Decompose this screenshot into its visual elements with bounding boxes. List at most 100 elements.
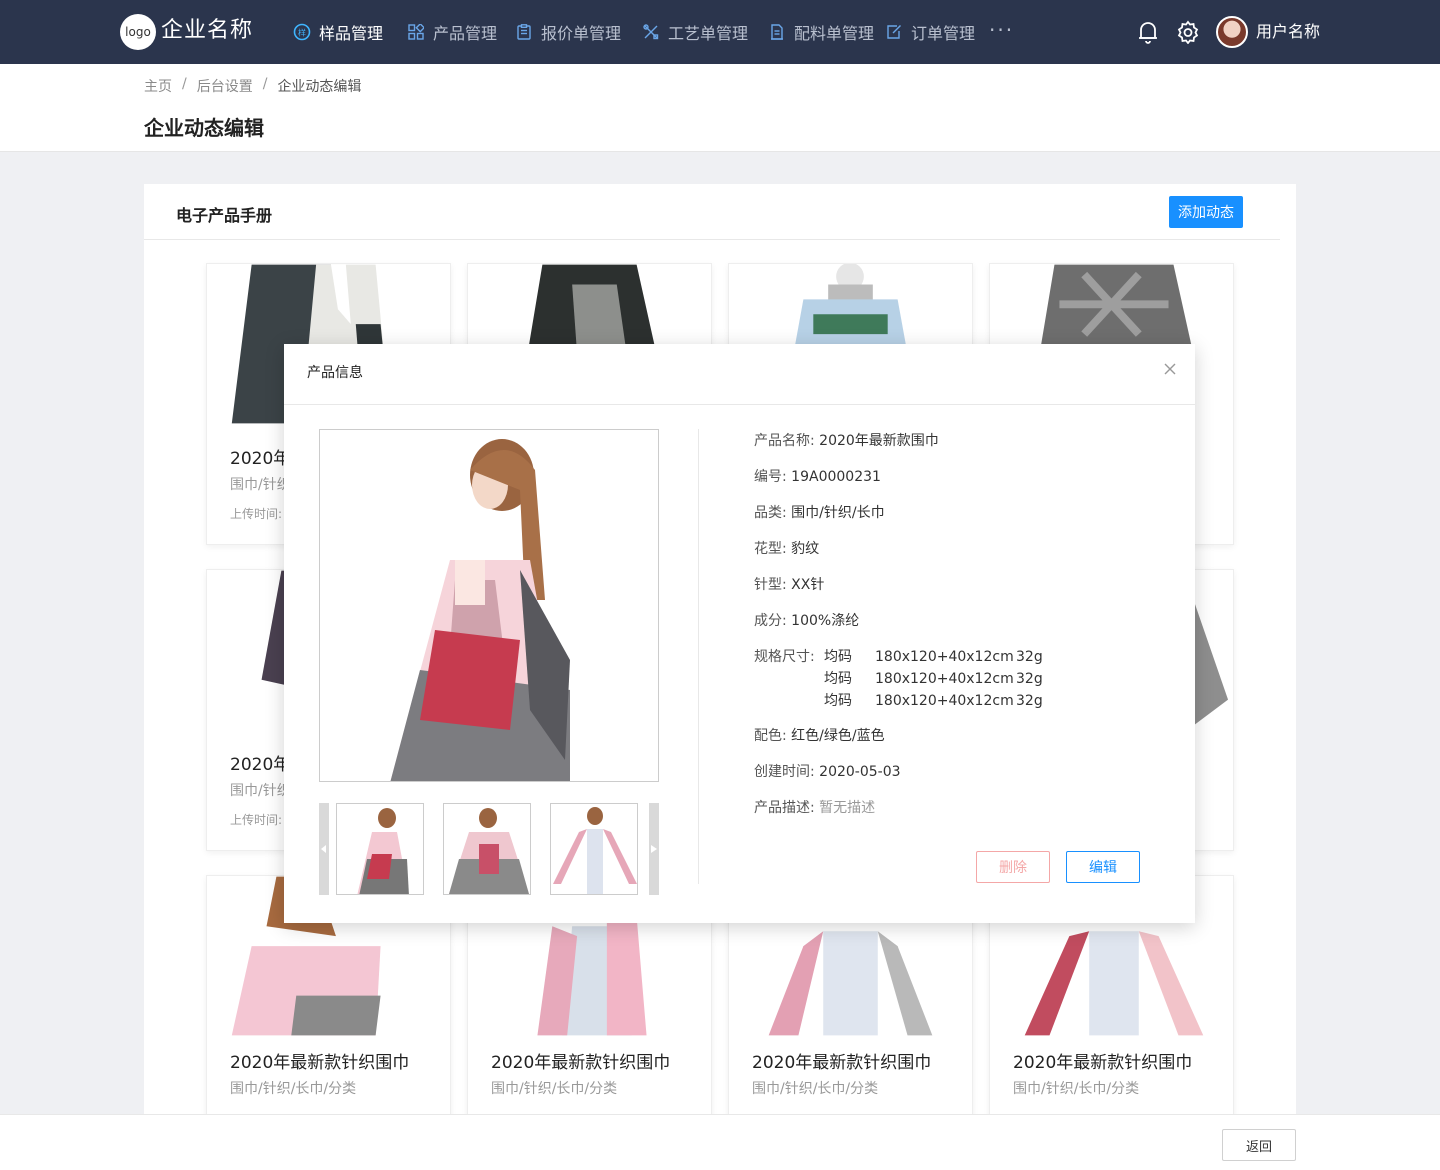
nav-item-label: 报价单管理	[541, 24, 622, 43]
product-category: 围巾/针织/长巾/分类	[491, 1081, 618, 1097]
page-title: 企业动态编辑	[144, 116, 264, 140]
field-label: 产品描述:	[754, 800, 815, 816]
field-label: 针型:	[754, 577, 787, 593]
divider	[144, 239, 1280, 240]
product-title: 2020年	[230, 755, 291, 775]
field-label: 编号:	[754, 469, 787, 485]
spec-weight: 32g	[1016, 649, 1043, 665]
nav-item-label: 产品管理	[433, 24, 498, 43]
field-value: 围巾/针织/长巾	[791, 505, 885, 521]
spec-dimensions: 180x120+40x12cm	[875, 693, 1014, 709]
product-title: 2020年最新款针织围巾	[230, 1053, 410, 1073]
thumbnail-2[interactable]	[443, 803, 531, 895]
logo[interactable]: logo	[120, 14, 156, 50]
product-main-image	[319, 429, 659, 782]
company-name: 企业名称	[161, 18, 254, 43]
field-value: 2020年最新款围巾	[819, 433, 939, 449]
spec-size: 均码	[824, 693, 852, 709]
field-value: 豹纹	[791, 541, 820, 557]
document-icon	[768, 23, 786, 41]
field-value: 暂无描述	[819, 800, 876, 816]
upload-time: 上传时间:	[230, 507, 283, 521]
nav-item-sample[interactable]: 样 样品管理	[293, 20, 383, 44]
nav-item-label: 配料单管理	[794, 24, 875, 43]
field-label: 规格尺寸:	[754, 649, 815, 665]
breadcrumb: 主页 / 后台设置 / 企业动态编辑	[144, 76, 361, 96]
tools-icon	[642, 23, 660, 41]
spec-size: 均码	[824, 649, 852, 665]
thumbnail-3[interactable]	[550, 803, 638, 895]
chevron-left-icon	[321, 845, 326, 853]
breadcrumb-settings[interactable]: 后台设置	[197, 76, 253, 96]
sample-icon: 样	[293, 23, 311, 41]
field-label: 配色:	[754, 728, 787, 744]
nav-item-orders[interactable]: 订单管理	[885, 20, 975, 44]
product-info-modal: 产品信息 产品名称: 2020年最新款围巾 编号: 19A0000231 品类:…	[284, 344, 1195, 923]
nav-item-label: 订单管理	[911, 24, 976, 43]
product-category: 围巾/针织/长巾/分类	[230, 1081, 357, 1097]
back-button[interactable]: 返回	[1222, 1129, 1296, 1161]
product-category: 围巾/针织/长巾/分类	[752, 1081, 879, 1097]
clipboard-icon	[515, 23, 533, 41]
modal-title: 产品信息	[307, 365, 363, 381]
avatar[interactable]	[1216, 16, 1248, 48]
gear-icon[interactable]	[1176, 20, 1200, 44]
page-header: 主页 / 后台设置 / 企业动态编辑 企业动态编辑	[0, 64, 1440, 152]
field-value: 2020-05-03	[819, 764, 901, 780]
field-label: 花型:	[754, 541, 787, 557]
breadcrumb-home[interactable]: 主页	[144, 76, 172, 96]
field-spec-label: 规格尺寸:	[754, 647, 815, 667]
nav-item-ingredients[interactable]: 配料单管理	[768, 20, 874, 44]
nav-item-quote[interactable]: 报价单管理	[515, 20, 621, 44]
add-post-button[interactable]: 添加动态	[1169, 196, 1243, 228]
field-product-name: 产品名称: 2020年最新款围巾	[754, 431, 939, 451]
thumbnail-1[interactable]	[336, 803, 424, 895]
product-title: 2020年最新款针织围巾	[752, 1053, 932, 1073]
username[interactable]: 用户名称	[1256, 20, 1320, 44]
delete-button[interactable]: 删除	[976, 851, 1050, 883]
field-label: 品类:	[754, 505, 787, 521]
edit-document-icon	[885, 23, 903, 41]
divider	[284, 404, 1195, 405]
upload-time: 上传时间:	[230, 813, 283, 827]
product-category: 围巾/针织	[230, 783, 291, 799]
field-value: 100%涤纶	[791, 613, 860, 629]
carousel-prev-button[interactable]	[319, 803, 329, 895]
nav-item-label: 工艺单管理	[668, 24, 749, 43]
nav-more-button[interactable]: ···	[989, 18, 1014, 42]
field-code: 编号: 19A0000231	[754, 467, 881, 487]
breadcrumb-separator: /	[182, 76, 187, 92]
thumbnail-carousel	[319, 803, 659, 895]
product-category: 围巾/针织	[230, 477, 291, 493]
field-pattern: 花型: 豹纹	[754, 539, 819, 559]
top-nav: logo 企业名称 样 样品管理 产品管理 报价单管理 工艺单管理 配料单管理	[0, 0, 1440, 64]
chevron-right-icon	[651, 845, 657, 853]
svg-text:样: 样	[298, 28, 306, 38]
product-grid-icon	[407, 23, 425, 41]
spec-dimensions: 180x120+40x12cm	[875, 671, 1014, 687]
field-category: 品类: 围巾/针织/长巾	[754, 503, 885, 523]
edit-button[interactable]: 编辑	[1066, 851, 1140, 883]
close-icon[interactable]	[1161, 360, 1179, 378]
field-label: 创建时间:	[754, 764, 815, 780]
product-title: 2020年最新款针织围巾	[1013, 1053, 1193, 1073]
spec-weight: 32g	[1016, 671, 1043, 687]
field-value: 红色/绿色/蓝色	[791, 728, 885, 744]
panel-title: 电子产品手册	[176, 206, 273, 225]
breadcrumb-separator: /	[262, 76, 268, 92]
field-label: 产品名称:	[754, 433, 815, 449]
field-needle: 针型: XX针	[754, 575, 824, 595]
nav-item-product[interactable]: 产品管理	[407, 20, 497, 44]
carousel-next-button[interactable]	[649, 803, 659, 895]
bell-icon[interactable]	[1137, 20, 1159, 44]
nav-item-craft[interactable]: 工艺单管理	[642, 20, 748, 44]
product-title: 2020年	[230, 449, 291, 469]
breadcrumb-current: 企业动态编辑	[277, 79, 362, 95]
spec-weight: 32g	[1016, 693, 1043, 709]
field-description: 产品描述: 暂无描述	[754, 798, 875, 818]
footer-bar: 返回	[0, 1114, 1440, 1170]
field-color: 配色: 红色/绿色/蓝色	[754, 726, 885, 746]
field-value: XX针	[791, 577, 825, 593]
nav-item-label: 样品管理	[319, 24, 384, 43]
field-label: 成分:	[754, 613, 787, 629]
